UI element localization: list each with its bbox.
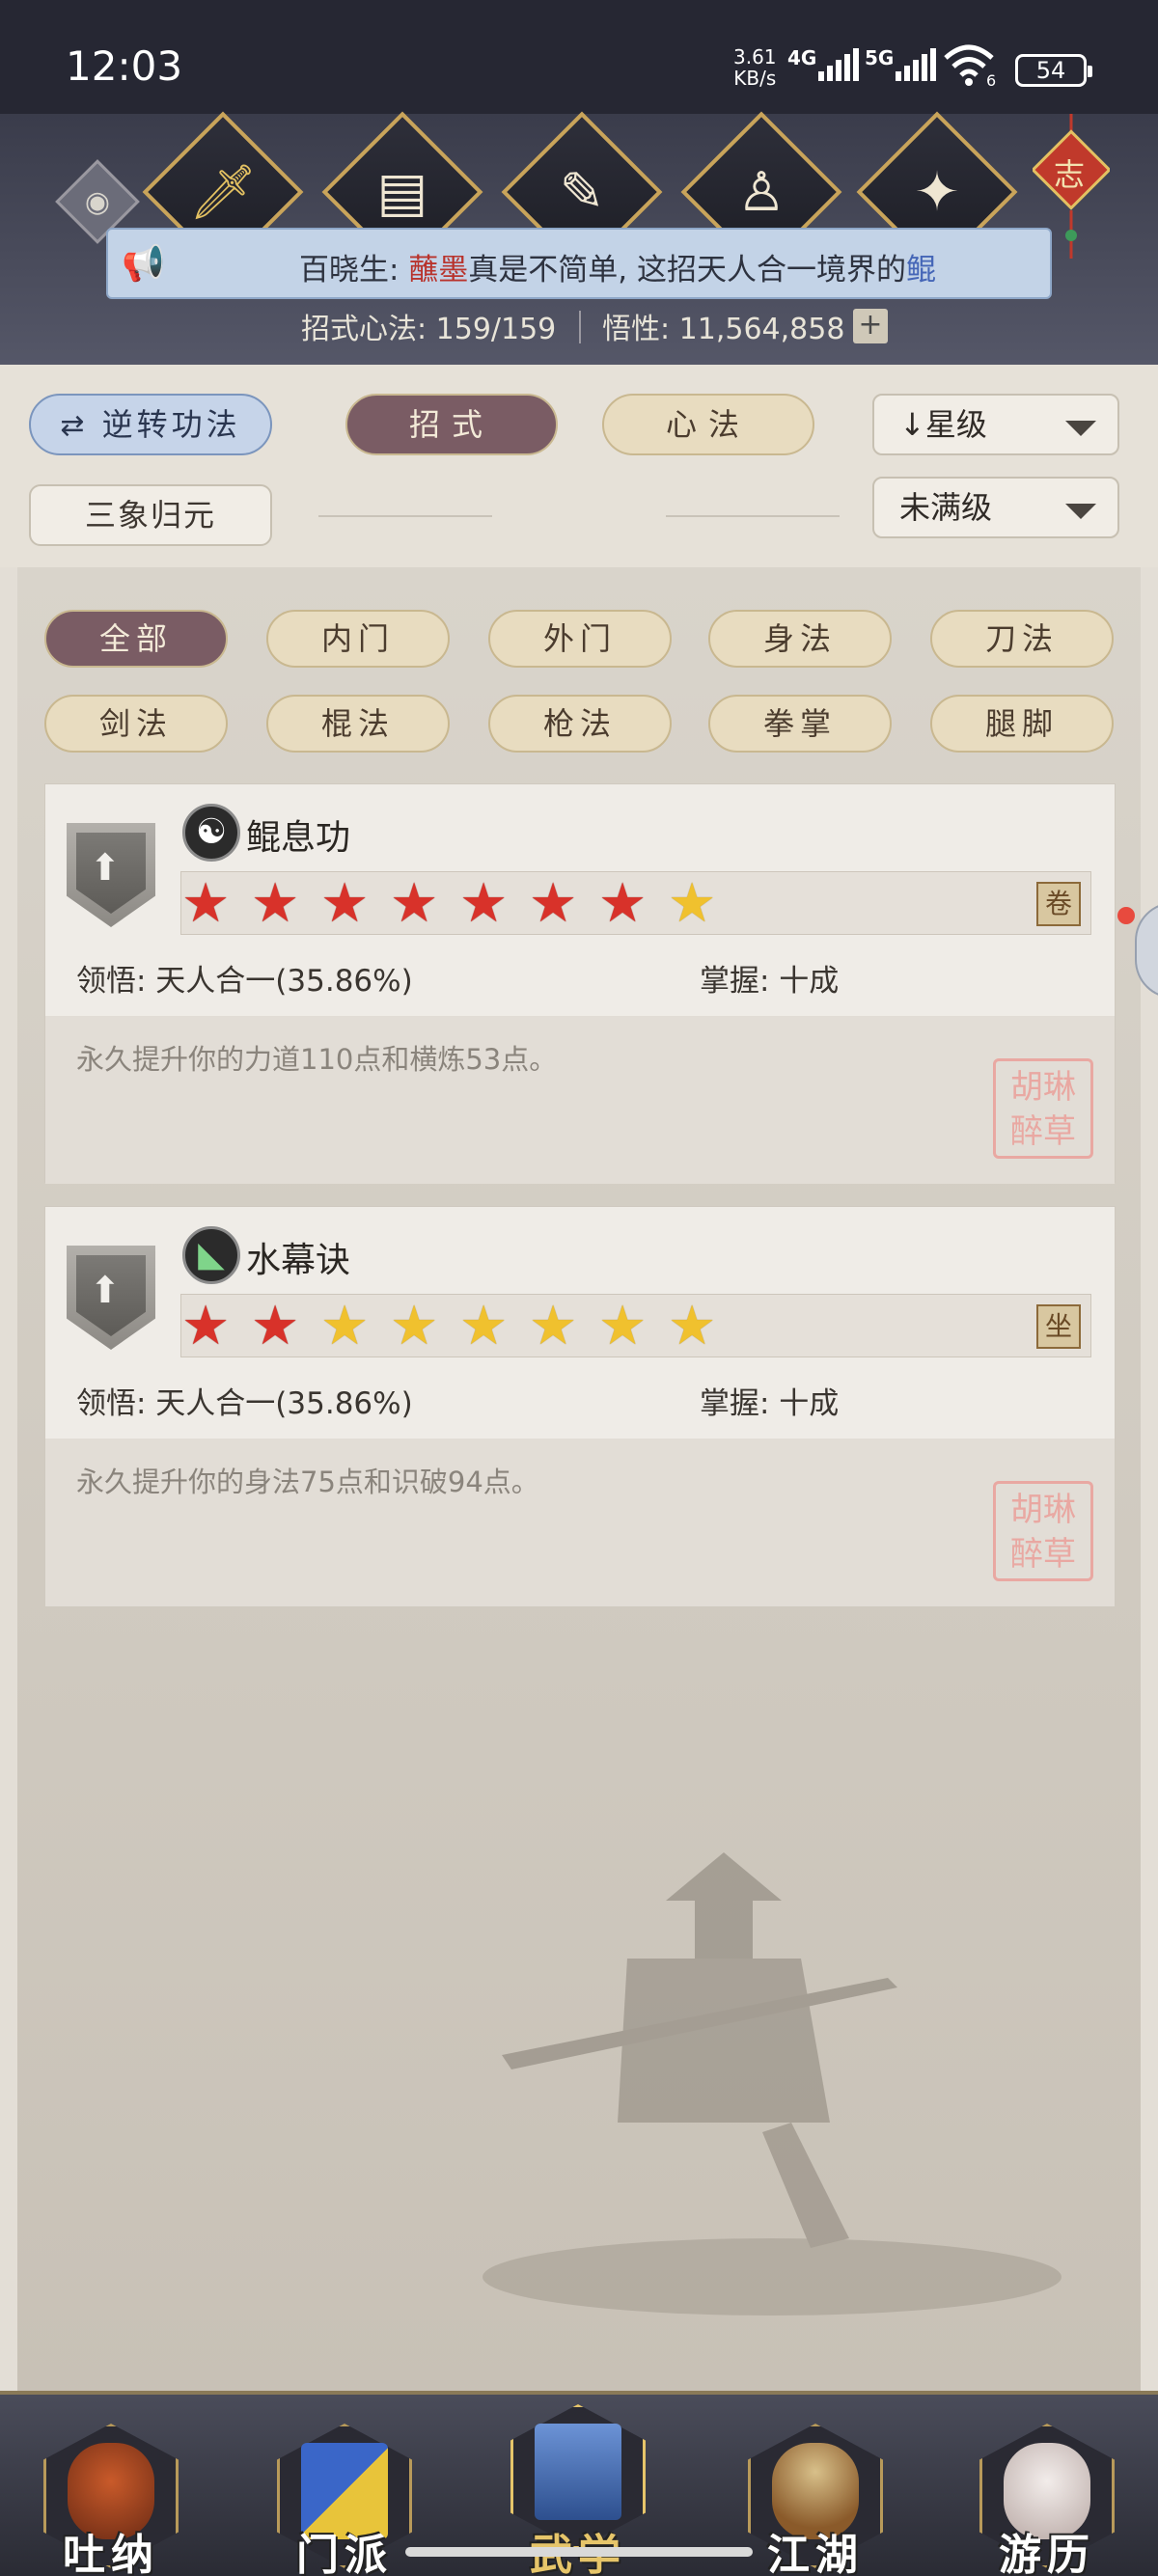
- star-icon: ★: [459, 1295, 509, 1357]
- net-speed-value: 3.61: [733, 45, 777, 69]
- star-icon: ★: [529, 1295, 578, 1357]
- upgrade-shield-icon[interactable]: ⬆: [67, 823, 155, 927]
- category-inner[interactable]: 内门: [266, 610, 450, 668]
- category-spear[interactable]: 枪法: [488, 695, 672, 753]
- add-wuxing-button[interactable]: +: [853, 309, 888, 343]
- filter-area: ⇄ 逆转功法 招式 心法 ↓星级 三象归元 未满级: [0, 365, 1158, 567]
- announcement-skill: 鲲: [906, 253, 937, 288]
- category-outer[interactable]: 外门: [488, 610, 672, 668]
- star-icon: ★: [181, 872, 231, 935]
- star-icon: ★: [598, 1295, 648, 1357]
- nav-jianghu[interactable]: 江湖: [743, 2414, 888, 2576]
- star-icon: ★: [598, 872, 648, 935]
- announcement-player-name: 蘸墨: [408, 253, 469, 288]
- level-filter-label: 未满级: [899, 489, 993, 526]
- artist-seal-stamp: 胡琳 醉草: [993, 1481, 1093, 1581]
- sanxiang-button[interactable]: 三象归元: [29, 484, 272, 546]
- reverse-technique-label: 逆转功法: [101, 406, 241, 443]
- star-icon: ★: [320, 1295, 370, 1357]
- category-agility[interactable]: 身法: [708, 610, 892, 668]
- star-icon: ★: [320, 872, 370, 935]
- stats-row: 招式心法: 159/159 悟性: 11,564,858 +: [0, 305, 1158, 349]
- category-all[interactable]: 全部: [44, 610, 228, 668]
- decorative-line: [318, 515, 492, 517]
- yin-yang-icon: ☯: [182, 804, 240, 862]
- star-icon: ★: [181, 1295, 231, 1357]
- star-rating: ★ ★ ★ ★ ★ ★ ★ ★ 坐: [180, 1294, 1091, 1357]
- star-icon: ★: [390, 872, 439, 935]
- star-icon: ★: [251, 872, 300, 935]
- category-blade[interactable]: 刀法: [930, 610, 1114, 668]
- mastery-text: 掌握: 十成: [700, 964, 840, 999]
- category-leg[interactable]: 腿脚: [930, 695, 1114, 753]
- artist-seal-stamp: 胡琳 醉草: [993, 1058, 1093, 1159]
- skill-name: 鲲息功: [246, 818, 351, 858]
- announcement-text: 百晓生: 蘸墨真是不简单, 这招天人合一境界的鲲: [108, 245, 1050, 288]
- skill-description: 永久提升你的力道110点和横炼53点。: [76, 1043, 558, 1076]
- star-icon: ★: [251, 1295, 300, 1357]
- nav-label: 门派: [296, 2531, 393, 2576]
- water-boot-icon: ◣: [182, 1226, 240, 1284]
- sort-star-dropdown[interactable]: ↓星级: [872, 394, 1119, 455]
- comprehension-text: 领悟: 天人合一(35.86%): [76, 964, 413, 999]
- scenery-illustration: [482, 1852, 1062, 2316]
- wuxing-value: 悟性: 11,564,858: [602, 313, 845, 346]
- signal-bars-icon: [896, 48, 939, 87]
- nav-label: 江湖: [767, 2531, 864, 2576]
- category-sword[interactable]: 剑法: [44, 695, 228, 753]
- decorative-line: [666, 515, 840, 517]
- category-fist[interactable]: 拳掌: [708, 695, 892, 753]
- nav-menpai[interactable]: 门派: [272, 2414, 417, 2576]
- chevron-down-icon: [1065, 504, 1096, 519]
- announcement-middle: 真是不简单, 这招天人合一境界的: [468, 253, 907, 288]
- skill-card[interactable]: ⬆ ◣ 水幕诀 ★ ★ ★ ★ ★ ★ ★ ★ 坐 领悟: 天人合一(35.86…: [44, 1206, 1116, 1606]
- star-rating: ★ ★ ★ ★ ★ ★ ★ ★ 卷: [180, 871, 1091, 935]
- level-filter-dropdown[interactable]: 未满级: [872, 477, 1119, 538]
- star-icon: ★: [668, 1295, 717, 1357]
- scroll-badge-icon[interactable]: 卷: [1036, 882, 1081, 926]
- manual-book-icon: [535, 2424, 621, 2520]
- notification-dot: [1117, 907, 1135, 924]
- clock: 12:03: [66, 42, 183, 90]
- home-indicator[interactable]: [405, 2547, 753, 2557]
- net-speed-unit: KB/s: [733, 67, 777, 90]
- category-staff[interactable]: 棍法: [266, 695, 450, 753]
- announcement-prefix: 百晓生:: [298, 253, 409, 288]
- sort-star-label: 星级: [924, 406, 987, 443]
- mastery-text: 掌握: 十成: [700, 1386, 840, 1421]
- nav-tuna[interactable]: 吐纳: [39, 2414, 183, 2576]
- skill-card[interactable]: ⬆ ☯ 鲲息功 ★ ★ ★ ★ ★ ★ ★ ★ 卷 领悟: 天人合一(35.86…: [44, 783, 1116, 1184]
- signal-bars-icon: [818, 48, 862, 87]
- swap-icon: ⇄: [60, 409, 89, 443]
- nav-label: 游历: [999, 2531, 1095, 2576]
- star-icon: ★: [390, 1295, 439, 1357]
- battery-indicator: 54: [1015, 54, 1092, 87]
- signal-5g-label: 5G: [865, 46, 895, 69]
- skill-description: 永久提升你的身法75点和识破94点。: [76, 1466, 539, 1498]
- tab-moves[interactable]: 招式: [345, 394, 558, 455]
- chevron-down-icon: [1065, 421, 1096, 436]
- skill-name: 水幕诀: [246, 1241, 351, 1280]
- nav-youli[interactable]: 游历: [975, 2414, 1119, 2576]
- signal-4g-label: 4G: [787, 46, 817, 69]
- nav-label: 吐纳: [63, 2531, 159, 2576]
- comprehension-text: 领悟: 天人合一(35.86%): [76, 1386, 413, 1421]
- upgrade-shield-icon[interactable]: ⬆: [67, 1246, 155, 1350]
- reverse-technique-button[interactable]: ⇄ 逆转功法: [29, 394, 272, 455]
- meditation-badge-icon[interactable]: 坐: [1036, 1304, 1081, 1349]
- star-icon: ★: [529, 872, 578, 935]
- announcement-bar[interactable]: 📢 百晓生: 蘸墨真是不简单, 这招天人合一境界的鲲: [106, 228, 1052, 299]
- status-bar: 12:03 3.61 KB/s 4G 5G 6 54: [0, 0, 1158, 114]
- nav-wuxue[interactable]: 武学: [506, 2395, 650, 2576]
- knot-char: 志: [1054, 156, 1086, 193]
- wifi-sub-label: 6: [986, 71, 997, 90]
- star-icon: ★: [668, 872, 717, 935]
- arrow-down-icon: ↓: [899, 406, 925, 443]
- star-icon: ★: [459, 872, 509, 935]
- stats-divider: [579, 311, 581, 343]
- tab-mind[interactable]: 心法: [602, 394, 814, 455]
- network-speed: 3.61 KB/s: [733, 46, 777, 89]
- skills-count: 招式心法: 159/159: [301, 313, 557, 346]
